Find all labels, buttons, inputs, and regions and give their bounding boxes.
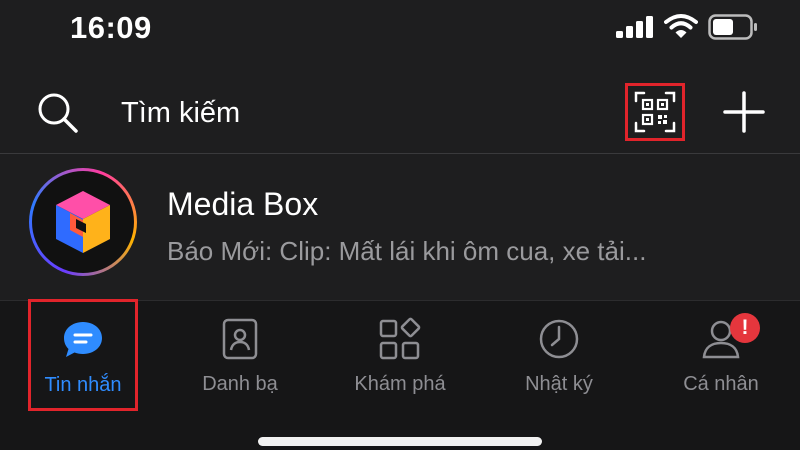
battery-icon (708, 14, 757, 40)
qr-scan-button[interactable] (625, 83, 685, 141)
search-input[interactable]: Tìm kiếm (121, 97, 240, 130)
chat-name: Media Box (167, 186, 319, 222)
tab-timeline[interactable]: Nhật ký (506, 301, 612, 411)
tab-contacts-label: Danh bạ (202, 373, 278, 395)
tab-discover-label: Khám phá (354, 373, 446, 395)
tab-timeline-label: Nhật ký (525, 373, 593, 395)
tab-discover[interactable]: Khám phá (342, 301, 458, 411)
tab-messages[interactable]: Tin nhắn (28, 299, 138, 411)
wifi-icon (664, 14, 698, 38)
chat-preview: Báo Mới: Clip: Mất lái khi ôm cua, xe tả… (167, 236, 647, 266)
search-bar: Tìm kiếm (0, 70, 800, 152)
avatar (29, 168, 137, 276)
tab-profile[interactable]: ! Cá nhân (668, 301, 774, 411)
notification-badge: ! (730, 313, 760, 343)
discover-icon (379, 317, 421, 360)
search-icon[interactable] (36, 91, 80, 135)
home-indicator (258, 437, 542, 446)
contacts-icon (222, 318, 258, 360)
tab-messages-label: Tin nhắn (44, 374, 122, 396)
clock-icon (539, 319, 579, 359)
qr-code-icon (634, 91, 676, 133)
status-time: 16:09 (70, 10, 152, 45)
bottom-nav: Tin nhắn Danh bạ Khám phá Nhật ký ! Cá n… (0, 299, 800, 450)
chat-list: Media Box Báo Mới: Clip: Mất lái khi ôm … (0, 154, 800, 300)
status-bar: 16:09 (0, 0, 800, 60)
signal-icon (616, 16, 653, 38)
plus-icon[interactable] (722, 90, 766, 134)
messages-icon (64, 322, 102, 357)
media-box-logo-icon (56, 191, 110, 253)
chat-item[interactable]: Media Box Báo Mới: Clip: Mất lái khi ôm … (0, 154, 800, 300)
tab-contacts[interactable]: Danh bạ (188, 301, 292, 411)
tab-profile-label: Cá nhân (683, 373, 759, 395)
